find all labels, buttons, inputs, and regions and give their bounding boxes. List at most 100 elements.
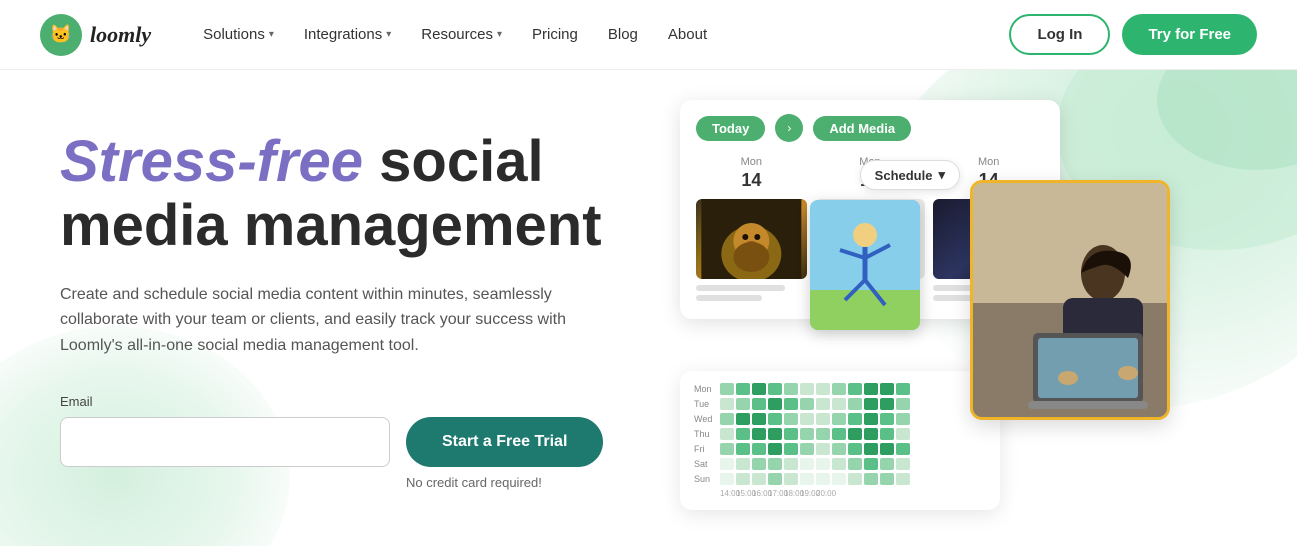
- heatmap-cell: [816, 398, 830, 410]
- nav-actions: Log In Try for Free: [1009, 14, 1257, 55]
- hero-headline: Stress-free social media management: [60, 130, 630, 258]
- email-label: Email: [60, 394, 630, 409]
- nav-links: Solutions ▾ Integrations ▾ Resources ▾ P…: [191, 18, 1009, 51]
- heatmap-cell: [736, 428, 750, 440]
- heatmap-cell: [864, 458, 878, 470]
- hero-content: Stress-free social media management Crea…: [0, 70, 680, 546]
- nav-integrations[interactable]: Integrations ▾: [292, 18, 403, 51]
- email-row: Start a Free Trial: [60, 417, 630, 467]
- heatmap-cell: [800, 428, 814, 440]
- heatmap-cell: [832, 473, 846, 485]
- laptop-card: [970, 180, 1170, 420]
- cal-col-1: Mon 14: [696, 156, 807, 305]
- heatmap-cell: [768, 443, 782, 455]
- heatmap-cell: [736, 473, 750, 485]
- login-button[interactable]: Log In: [1009, 14, 1110, 55]
- heatmap-cell: [720, 398, 734, 410]
- try-free-button[interactable]: Try for Free: [1122, 14, 1257, 55]
- heatmap-cell: [736, 413, 750, 425]
- heatmap-cell: [880, 398, 894, 410]
- heatmap-cell: [768, 458, 782, 470]
- heatmap-row: Wed: [694, 413, 986, 425]
- heatmap-cell: [848, 443, 862, 455]
- heatmap-cell: [864, 473, 878, 485]
- heatmap-row: Mon: [694, 383, 986, 395]
- heatmap-cell: [896, 383, 910, 395]
- heatmap-cell: [816, 383, 830, 395]
- start-trial-button[interactable]: Start a Free Trial: [406, 417, 603, 467]
- heatmap-cell: [848, 473, 862, 485]
- heatmap-cell: [752, 458, 766, 470]
- heatmap-times: 14:0015:0016:0017:0018:0019:0020:00: [694, 489, 986, 498]
- dashboard-mockup: Today › Add Media Mon 14: [680, 100, 1170, 520]
- heatmap-cell: [720, 428, 734, 440]
- heatmap-cell: [880, 428, 894, 440]
- heatmap-cell: [896, 428, 910, 440]
- heatmap-cell: [784, 443, 798, 455]
- heatmap-cell: [816, 413, 830, 425]
- heatmap-cell: [896, 473, 910, 485]
- heatmap-cell: [752, 398, 766, 410]
- heatmap-row: Sun: [694, 473, 986, 485]
- heatmap-row: Tue: [694, 398, 986, 410]
- navbar: 🐱 loomly Solutions ▾ Integrations ▾ Reso…: [0, 0, 1297, 70]
- add-media-button[interactable]: Add Media: [813, 116, 911, 141]
- nav-solutions[interactable]: Solutions ▾: [191, 18, 286, 51]
- heatmap-cell: [832, 413, 846, 425]
- heatmap-cell: [736, 398, 750, 410]
- heatmap-card: Mon Tue Wed Thu Fri Sat Sun 14:0015:0016:0017:…: [680, 371, 1000, 510]
- nav-resources[interactable]: Resources ▾: [409, 18, 514, 51]
- heatmap-cell: [784, 413, 798, 425]
- heatmap-cell: [784, 428, 798, 440]
- hero-illustration: Today › Add Media Mon 14: [680, 70, 1297, 546]
- heatmap-cell: [736, 383, 750, 395]
- heatmap-row: Fri: [694, 443, 986, 455]
- heatmap-cell: [848, 413, 862, 425]
- heatmap-cell: [752, 443, 766, 455]
- nav-blog[interactable]: Blog: [596, 18, 650, 51]
- schedule-button[interactable]: Schedule ▾: [860, 160, 960, 190]
- heatmap-cell: [784, 458, 798, 470]
- heatmap-cell: [880, 458, 894, 470]
- heatmap-cell: [784, 398, 798, 410]
- heatmap-cell: [752, 473, 766, 485]
- today-button[interactable]: Today: [696, 116, 765, 141]
- headline-italic: Stress-free: [60, 129, 363, 194]
- heatmap-cell: [720, 383, 734, 395]
- heatmap-row: Thu: [694, 428, 986, 440]
- heatmap-cell: [800, 443, 814, 455]
- heatmap-cell: [880, 473, 894, 485]
- chevron-down-icon: ▾: [497, 29, 502, 40]
- heatmap-cell: [768, 398, 782, 410]
- lion-image: [696, 199, 807, 279]
- nav-about[interactable]: About: [656, 18, 719, 51]
- heatmap-cell: [864, 398, 878, 410]
- heatmap-cell: [752, 413, 766, 425]
- heatmap-cell: [768, 428, 782, 440]
- hero-section: Stress-free social media management Crea…: [0, 70, 1297, 546]
- logo[interactable]: 🐱 loomly: [40, 14, 151, 56]
- heatmap-cell: [784, 473, 798, 485]
- logo-icon: 🐱: [40, 14, 82, 56]
- cal-lines-1: [696, 285, 807, 301]
- heatmap-cell: [832, 458, 846, 470]
- chevron-down-icon: ▾: [269, 29, 274, 40]
- brand-name: loomly: [90, 22, 151, 48]
- heatmap-cell: [768, 383, 782, 395]
- hero-subtext: Create and schedule social media content…: [60, 282, 630, 359]
- next-arrow[interactable]: ›: [775, 114, 803, 142]
- heatmap-cell: [736, 443, 750, 455]
- heatmap-cell: [816, 473, 830, 485]
- calendar-toolbar: Today › Add Media: [696, 114, 1044, 142]
- nav-pricing[interactable]: Pricing: [520, 18, 590, 51]
- heatmap-cell: [896, 443, 910, 455]
- heatmap-cell: [864, 428, 878, 440]
- heatmap-row: Sat: [694, 458, 986, 470]
- heatmap-cell: [848, 383, 862, 395]
- heatmap-cell: [832, 398, 846, 410]
- heatmap-cell: [880, 443, 894, 455]
- heatmap-cell: [752, 428, 766, 440]
- heatmap-cell: [880, 383, 894, 395]
- email-input[interactable]: [60, 417, 390, 467]
- heatmap-cell: [720, 413, 734, 425]
